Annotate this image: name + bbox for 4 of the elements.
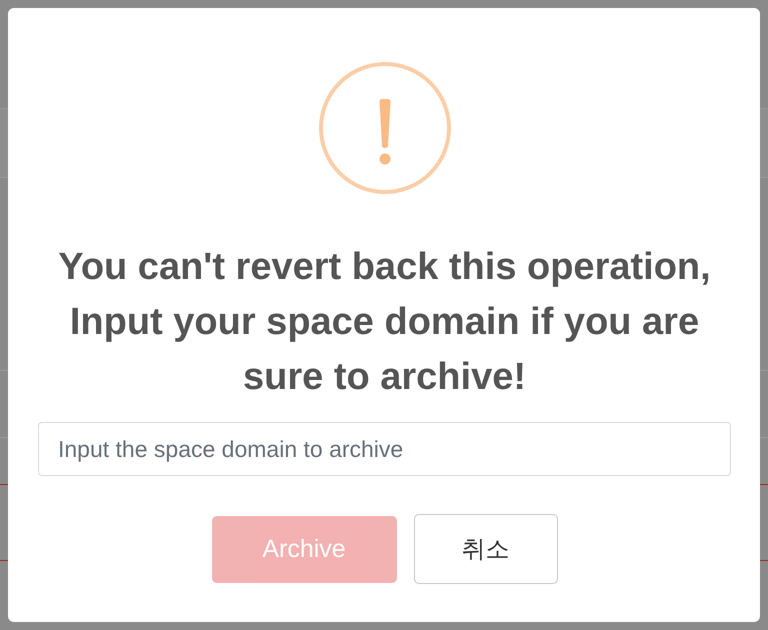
domain-input-field[interactable]: Input the space domain to archive: [38, 422, 731, 476]
cancel-button[interactable]: 취소: [414, 514, 558, 584]
warning-icon: [318, 62, 450, 194]
dialog-message: You can't revert back this operation, Input your space domain if you are sure to archive!: [57, 245, 712, 400]
